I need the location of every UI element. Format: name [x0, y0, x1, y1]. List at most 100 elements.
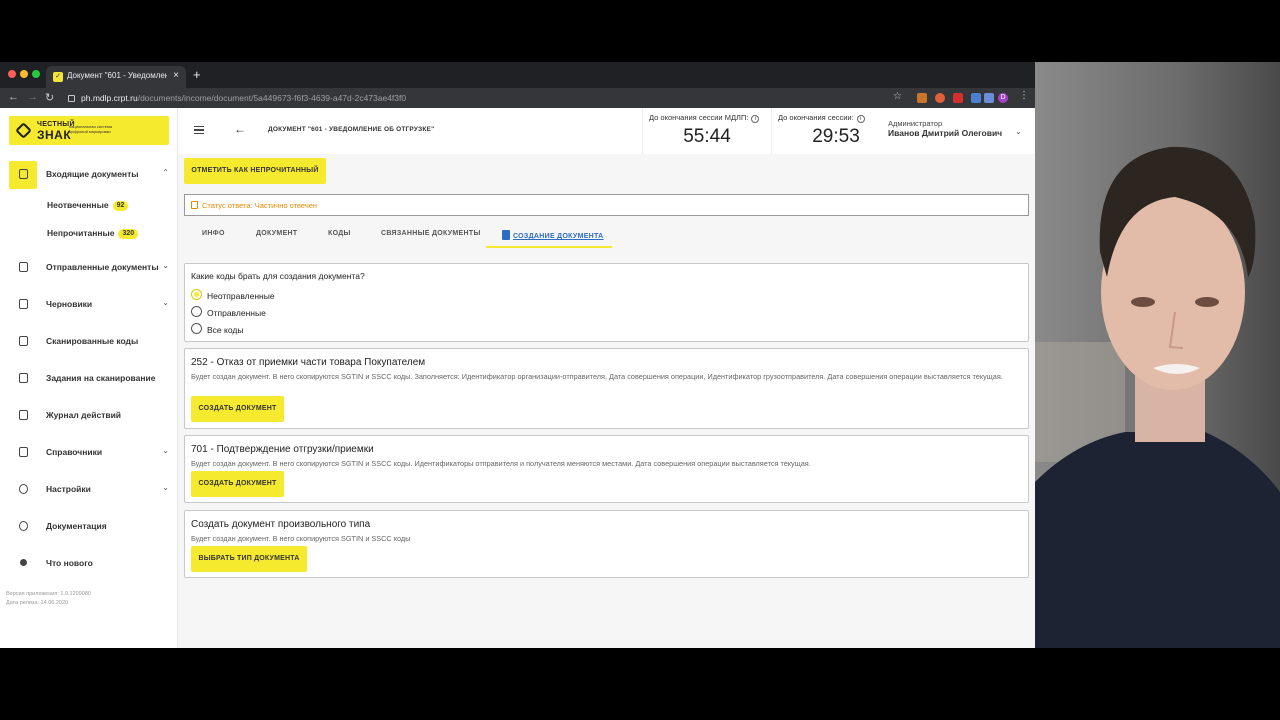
minimize-window-icon[interactable] — [20, 70, 28, 78]
timer-value: 55:44 — [683, 126, 731, 147]
icon-box — [9, 365, 37, 393]
info-icon[interactable]: i — [856, 115, 865, 123]
profile-avatar[interactable]: D — [998, 93, 1008, 103]
extension-icon[interactable] — [917, 93, 927, 103]
tab-document[interactable]: ДОКУМЕНТ — [256, 230, 297, 237]
sidebar-item-drafts[interactable]: Черновики ⌄ — [0, 291, 178, 319]
tab-info[interactable]: ИНФО — [202, 230, 225, 237]
sub-item-label: Неотвеченные — [47, 200, 109, 210]
sidebar-item-label: Настройки — [46, 484, 91, 494]
tab-codes[interactable]: КОДЫ — [328, 230, 351, 237]
radio-sent[interactable] — [191, 306, 202, 317]
screen: ✓ Документ "601 - Уведомление об отгрузк… — [0, 0, 1280, 720]
sidebar-item-scan-tasks[interactable]: Задания на сканирование — [0, 365, 178, 393]
user-role[interactable]: Администратор — [888, 119, 942, 128]
bookmark-star-icon[interactable]: ☆ — [893, 91, 902, 102]
radio-label[interactable]: Отправленные — [207, 308, 266, 318]
timer-label-text: До окончания сессии: — [778, 113, 854, 122]
radio-all-codes[interactable] — [191, 323, 202, 334]
header: ← ДОКУМЕНТ "601 - УВЕДОМЛЕНИЕ ОБ ОТГРУЗК… — [178, 108, 1035, 154]
radio-label[interactable]: Все коды — [207, 325, 243, 335]
menu-dots-icon[interactable]: ⋮ — [1019, 90, 1029, 101]
new-tab-icon[interactable]: + — [193, 68, 201, 82]
browser-window: ✓ Документ "601 - Уведомление об отгрузк… — [0, 62, 1035, 648]
address-bar: ← → ↻ ph.mdlp.crpt.ru/documents/income/d… — [0, 88, 1035, 108]
sidebar-item-settings[interactable]: Настройки ⌄ — [0, 476, 178, 504]
card-description: Будет создан документ. В него скопируютс… — [191, 534, 411, 543]
sidebar-item-references[interactable]: Справочники ⌄ — [0, 439, 178, 467]
sidebar-item-label: Входящие документы — [46, 169, 139, 179]
sidebar-item-label: Справочники — [46, 447, 103, 457]
gear-icon — [19, 484, 28, 494]
maximize-window-icon[interactable] — [32, 70, 40, 78]
card-description: Будет создан документ. В него скопируютс… — [191, 372, 1003, 381]
radio-unsent[interactable] — [191, 289, 202, 300]
card-title: 701 - Подтверждение отгрузки/приемки — [191, 444, 374, 455]
status-box: Статус ответа: Частично отвечен — [184, 194, 1029, 216]
sidebar-item-log[interactable]: Журнал действий — [0, 402, 178, 430]
create-document-button[interactable]: СОЗДАТЬ ДОКУМЕНТ — [191, 471, 284, 497]
timer-label-text: До окончания сессии МДЛП: — [649, 113, 749, 122]
chevron-down-icon[interactable]: ⌄ — [1015, 127, 1022, 136]
webcam-video — [1035, 62, 1280, 648]
tab-related-documents[interactable]: СВЯЗАННЫЕ ДОКУМЕНТЫ — [381, 230, 481, 237]
sidebar-sub-unread[interactable]: Непрочитанные 320 — [47, 228, 139, 239]
mark-unread-button[interactable]: ОТМЕТИТЬ КАК НЕПРОЧИТАННЫЙ — [184, 158, 326, 184]
sidebar-item-label: Журнал действий — [46, 410, 122, 420]
release-date: Дата релиза: 14.06.2020 — [6, 600, 69, 606]
favicon-icon: ✓ — [53, 72, 63, 82]
close-window-icon[interactable] — [8, 70, 16, 78]
browser-tabbar: ✓ Документ "601 - Уведомление об отгрузк… — [0, 62, 1035, 88]
journal-icon — [19, 410, 28, 420]
presenter-image — [1035, 62, 1280, 648]
extension-icon[interactable] — [971, 93, 981, 103]
sidebar-item-incoming[interactable]: Входящие документы ⌃ — [0, 161, 178, 189]
custom-doc-card: Создать документ произвольного типа Буде… — [184, 510, 1029, 578]
timer-label: До окончания сессии: i — [778, 113, 865, 123]
sidebar-item-docs[interactable]: Документация — [0, 513, 178, 541]
icon-box — [9, 328, 37, 356]
count-badge: 92 — [112, 201, 129, 211]
outbox-icon — [19, 262, 28, 272]
back-arrow-icon[interactable]: ← — [234, 122, 246, 136]
extension-icon[interactable] — [984, 93, 994, 103]
sidebar-item-sent[interactable]: Отправленные документы ⌄ — [0, 254, 178, 282]
icon-box — [9, 513, 37, 541]
info-icon[interactable]: i — [751, 115, 760, 123]
icon-box — [9, 550, 37, 578]
user-name[interactable]: Иванов Дмитрий Олегович — [888, 128, 1002, 138]
scan-icon — [19, 336, 28, 346]
session-timer: До окончания сессии: i 29:53 — [771, 108, 899, 154]
sidebar-sub-unanswered[interactable]: Неотвеченные 92 — [47, 200, 129, 211]
icon-box — [9, 439, 37, 467]
create-document-button[interactable]: СОЗДАТЬ ДОКУМЕНТ — [191, 396, 284, 422]
logo[interactable]: ЧЕСТНЫЙ ЗНАК национальная система цифров… — [9, 116, 169, 145]
book-icon — [19, 447, 28, 457]
back-icon[interactable]: ← — [8, 91, 19, 103]
menu-icon[interactable] — [194, 126, 204, 134]
chevron-down-icon: ⌄ — [162, 446, 169, 455]
sidebar-item-label: Сканированные коды — [46, 336, 139, 346]
forward-icon[interactable]: → — [27, 91, 38, 103]
url-field[interactable]: ph.mdlp.crpt.ru/documents/income/documen… — [62, 90, 892, 106]
tab-close-icon[interactable]: × — [173, 70, 179, 81]
card-description: Будет создан документ. В него скопируютс… — [191, 459, 811, 468]
sidebar-item-label: Что нового — [46, 558, 93, 568]
reload-icon[interactable]: ↻ — [45, 91, 54, 104]
icon-box — [9, 402, 37, 430]
extension-icon[interactable] — [953, 93, 963, 103]
browser-tab[interactable]: ✓ Документ "601 - Уведомление об отгрузк… — [46, 66, 186, 88]
chevron-down-icon: ⌄ — [162, 261, 169, 270]
logo-mark-icon — [15, 122, 32, 139]
choose-document-type-button[interactable]: ВЫБРАТЬ ТИП ДОКУМЕНТА — [191, 546, 307, 572]
sidebar-item-scanned[interactable]: Сканированные коды — [0, 328, 178, 356]
sidebar-item-whats-new[interactable]: Что нового — [0, 550, 178, 578]
radio-label[interactable]: Неотправленные — [207, 291, 275, 301]
extension-icon[interactable] — [935, 93, 945, 103]
tab-create-document[interactable]: СОЗДАНИЕ ДОКУМЕНТА — [502, 230, 604, 240]
list-icon — [19, 373, 28, 383]
card-title: Создать документ произвольного типа — [191, 519, 371, 530]
sidebar-item-label: Задания на сканирование — [46, 373, 156, 383]
incoming-icon-box — [9, 161, 37, 189]
document-icon — [502, 230, 510, 240]
